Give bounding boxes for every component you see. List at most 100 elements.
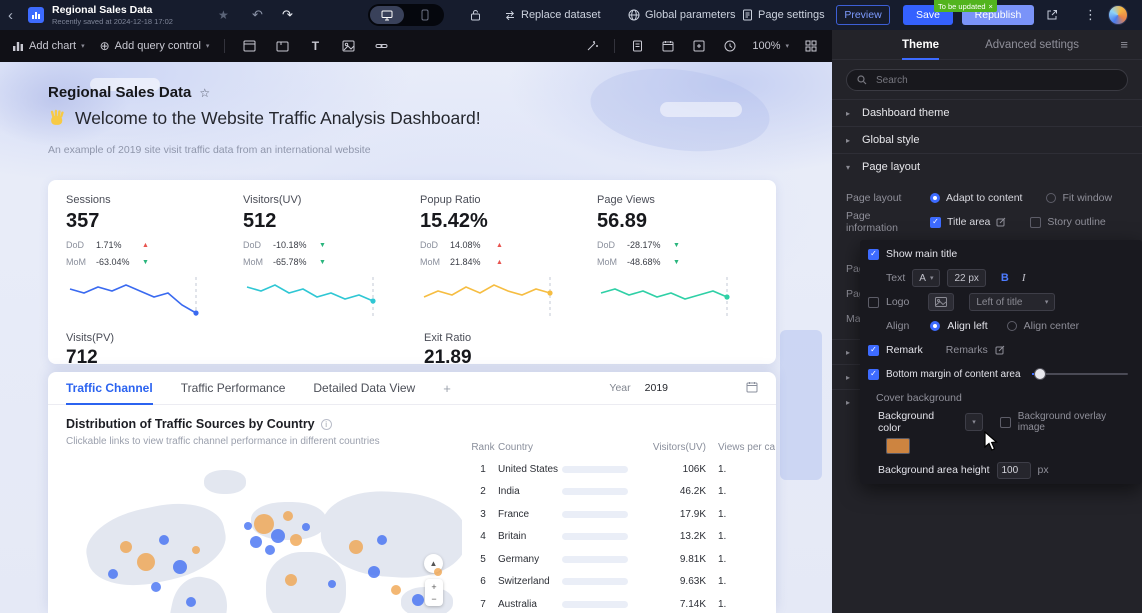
- report-icon[interactable]: [628, 37, 646, 55]
- table-row[interactable]: 6 Switzerland 9.63K 1.: [468, 571, 776, 594]
- background-color-swatch[interactable]: [886, 438, 910, 454]
- section-page-layout[interactable]: ▾ Page layout: [832, 153, 1142, 180]
- tab-advanced-settings[interactable]: Advanced settings: [985, 39, 1079, 51]
- logo-position-dropdown[interactable]: Left of title ▾: [969, 293, 1056, 311]
- map-bubble[interactable]: [349, 540, 363, 554]
- table-row[interactable]: 7 Australia 7.14K 1.: [468, 593, 776, 613]
- map-bubble[interactable]: [391, 585, 401, 595]
- cell-country[interactable]: Germany: [498, 554, 562, 565]
- map-bubble[interactable]: [302, 523, 310, 531]
- map-bubble[interactable]: [271, 529, 285, 543]
- radio-align-left[interactable]: [930, 321, 941, 331]
- year-filter[interactable]: Year 2019: [609, 381, 758, 396]
- tab-theme[interactable]: Theme: [902, 39, 940, 60]
- user-avatar[interactable]: [1108, 5, 1128, 25]
- container-icon[interactable]: [240, 37, 258, 55]
- checkbox-label[interactable]: Story outline: [1047, 216, 1105, 228]
- bold-button[interactable]: B: [1001, 272, 1009, 284]
- table-row[interactable]: 3 France 17.9K 1.: [468, 503, 776, 526]
- table-row[interactable]: 1 United States 106K 1.: [468, 458, 776, 481]
- add-chart-button[interactable]: Add chart ▾: [12, 40, 85, 52]
- font-color-dropdown[interactable]: A ▾: [912, 269, 941, 287]
- info-icon[interactable]: i: [320, 418, 332, 430]
- checkbox-show-main-title[interactable]: ✓: [868, 248, 879, 260]
- checkbox-label[interactable]: Remark: [886, 344, 923, 356]
- map-bubble[interactable]: [173, 560, 187, 574]
- map-bubble[interactable]: [290, 534, 302, 546]
- map-bubble[interactable]: [250, 536, 262, 548]
- checkbox-bottom-margin[interactable]: ✓: [868, 368, 879, 380]
- panel-search[interactable]: [846, 69, 1128, 91]
- map-bubble[interactable]: [434, 568, 442, 576]
- map-bubble[interactable]: [151, 582, 161, 592]
- cell-country[interactable]: India: [498, 486, 562, 497]
- title-star-icon[interactable]: ☆: [199, 86, 210, 100]
- lock-icon[interactable]: [470, 0, 481, 30]
- redo-icon[interactable]: ↷: [282, 0, 293, 30]
- checkbox-label[interactable]: Logo: [886, 296, 909, 308]
- background-color-dropdown[interactable]: ▾: [965, 413, 983, 431]
- radio-label[interactable]: Fit window: [1062, 192, 1112, 204]
- checkbox-background-overlay[interactable]: [999, 416, 1011, 428]
- slider-handle[interactable]: [1034, 369, 1045, 379]
- radio-align-center[interactable]: [1006, 321, 1017, 331]
- checkbox-remark[interactable]: ✓: [868, 344, 879, 356]
- cell-country[interactable]: Australia: [498, 599, 562, 610]
- map-bubble[interactable]: [108, 569, 118, 579]
- map-bubble[interactable]: [244, 522, 252, 530]
- cell-country[interactable]: Switzerland: [498, 576, 562, 587]
- radio-label[interactable]: Align center: [1024, 320, 1079, 332]
- section-global-style[interactable]: ▸ Global style: [832, 126, 1142, 153]
- table-row[interactable]: 4 Britain 13.2K 1.: [468, 526, 776, 549]
- panel-menu-icon[interactable]: ≡: [1120, 37, 1128, 52]
- map-zoom-control[interactable]: + −: [425, 579, 443, 606]
- checkbox-title-area[interactable]: ✓: [930, 216, 941, 228]
- cell-country[interactable]: France: [498, 509, 562, 520]
- section-dashboard-theme[interactable]: ▸ Dashboard theme: [832, 99, 1142, 126]
- logo-image-button[interactable]: [928, 293, 955, 311]
- background-height-input[interactable]: [996, 461, 1031, 479]
- tab-traffic-channel[interactable]: Traffic Channel: [66, 372, 153, 405]
- mobile-mode-icon[interactable]: [409, 6, 443, 24]
- cell-country[interactable]: United States: [498, 464, 562, 475]
- map-bubble[interactable]: [186, 597, 196, 607]
- map-bubble[interactable]: [377, 535, 387, 545]
- checkbox-label[interactable]: Title area: [947, 216, 990, 228]
- edit-remarks-icon[interactable]: [995, 345, 1005, 355]
- map-bubble[interactable]: [159, 535, 169, 545]
- map-bubble[interactable]: [412, 594, 424, 606]
- map-bubble[interactable]: [285, 574, 297, 586]
- device-toggle[interactable]: [368, 4, 444, 26]
- checkbox-story-outline[interactable]: [1030, 216, 1042, 228]
- tab-detailed-data-view[interactable]: Detailed Data View: [313, 372, 415, 405]
- zoom-control[interactable]: 100% ▾: [752, 40, 789, 52]
- export-schedule-icon[interactable]: [690, 37, 708, 55]
- tab-traffic-performance[interactable]: Traffic Performance: [181, 372, 286, 405]
- table-row[interactable]: 5 Germany 9.81K 1.: [468, 548, 776, 571]
- back-icon[interactable]: ‹: [8, 0, 13, 30]
- zoom-out-icon[interactable]: −: [431, 593, 436, 605]
- checkbox-label[interactable]: Show main title: [886, 248, 957, 260]
- checkbox-label[interactable]: Background overlay image: [1018, 411, 1134, 433]
- radio-fit-window[interactable]: [1046, 193, 1057, 203]
- map-bubble[interactable]: [254, 514, 274, 534]
- radio-adapt-to-content[interactable]: [930, 193, 940, 203]
- add-tab-button[interactable]: +: [443, 381, 451, 396]
- radio-label[interactable]: Align left: [947, 320, 987, 332]
- image-icon[interactable]: [339, 37, 357, 55]
- map-bubble[interactable]: [192, 546, 200, 554]
- zoom-in-icon[interactable]: +: [431, 581, 436, 593]
- link-icon[interactable]: [372, 37, 390, 55]
- cell-country[interactable]: Britain: [498, 531, 562, 542]
- map-bubble[interactable]: [328, 580, 336, 588]
- edit-title-area-icon[interactable]: [996, 217, 1006, 227]
- desktop-mode-icon[interactable]: [370, 6, 404, 24]
- calendar-icon[interactable]: [659, 37, 677, 55]
- font-size-dropdown[interactable]: 22 px: [947, 269, 986, 287]
- italic-button[interactable]: I: [1022, 272, 1026, 284]
- table-row[interactable]: 2 India 46.2K 1.: [468, 481, 776, 504]
- tab-container-icon[interactable]: [273, 37, 291, 55]
- map-bubble[interactable]: [368, 566, 380, 578]
- remarks-link[interactable]: Remarks: [946, 344, 988, 356]
- preview-button[interactable]: Preview: [836, 5, 890, 25]
